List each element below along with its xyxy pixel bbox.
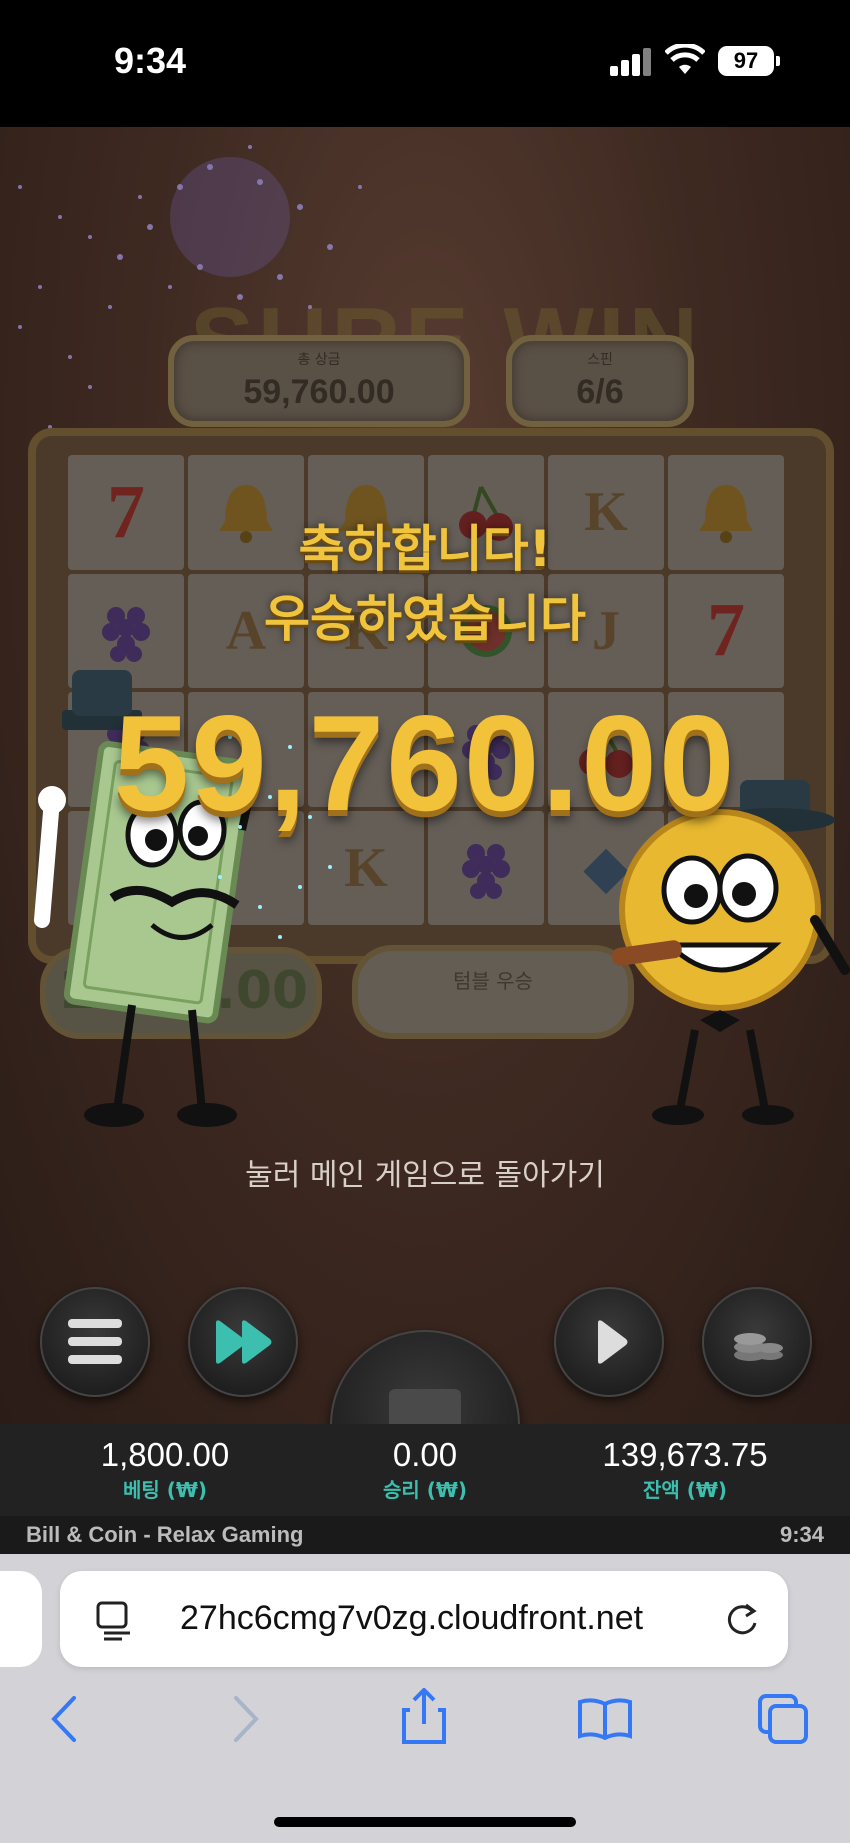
play-icon [598, 1320, 628, 1364]
fast-forward-icon [216, 1320, 272, 1364]
menu-icon [68, 1319, 122, 1364]
bet-label: 베팅 (₩) [122, 1478, 208, 1502]
share-icon[interactable] [402, 1688, 446, 1744]
game-footer: Bill & Coin - Relax Gaming 9:34 [0, 1516, 850, 1554]
turbo-button[interactable] [188, 1287, 298, 1397]
battery-nub [776, 56, 780, 66]
congrats-line-1: 축하합니다! [298, 520, 552, 578]
balance-label: 잔액 (₩) [642, 1478, 728, 1502]
congrats-line-2: 우승하였습니다 [264, 590, 586, 648]
bet-button[interactable] [702, 1287, 812, 1397]
balance-value: 139,673.75 [602, 1436, 768, 1473]
bet-stat[interactable]: 1,800.00 베팅 (₩) [35, 1436, 295, 1503]
status-bar: 9:34 97 [0, 0, 850, 127]
back-icon[interactable] [46, 1694, 80, 1744]
win-stat: 0.00 승리 (₩) [295, 1436, 555, 1503]
win-label: 승리 (₩) [382, 1478, 468, 1502]
reload-icon[interactable] [724, 1601, 760, 1639]
big-win-amount: 59,760.00 [113, 687, 737, 839]
address-bar[interactable]: 27hc6cmg7v0zg.cloudfront.net [60, 1571, 788, 1667]
tabs-icon[interactable] [758, 1694, 810, 1746]
bookmarks-icon[interactable] [578, 1698, 632, 1740]
win-value: 0.00 [392, 1436, 458, 1473]
previous-tab-peek[interactable] [0, 1571, 42, 1667]
footer-time: 9:34 [779, 1522, 824, 1547]
signal-icon [610, 48, 651, 76]
battery-icon: 97 [718, 46, 774, 76]
game-name: Bill & Coin - Relax Gaming [26, 1522, 304, 1547]
coins-icon [734, 1333, 783, 1361]
url-text: 27hc6cmg7v0zg.cloudfront.net [180, 1599, 644, 1637]
wifi-icon [664, 42, 706, 80]
balance-stat: 139,673.75 잔액 (₩) [555, 1436, 815, 1503]
home-indicator [274, 1817, 576, 1827]
return-hint[interactable]: 눌러 메인 게임으로 돌아가기 [0, 1150, 850, 1194]
status-time: 9:34 [114, 40, 187, 81]
stop-icon [389, 1389, 461, 1424]
autoplay-button[interactable] [554, 1287, 664, 1397]
forward-icon[interactable] [230, 1694, 264, 1744]
game-area[interactable]: SURE WIN 총 상금 59,760.00 스핀 6/6 7KAKJ7K◆ … [0, 127, 850, 1424]
bet-value: 1,800.00 [100, 1436, 230, 1473]
menu-button[interactable] [40, 1287, 150, 1397]
reader-icon[interactable] [96, 1601, 136, 1641]
